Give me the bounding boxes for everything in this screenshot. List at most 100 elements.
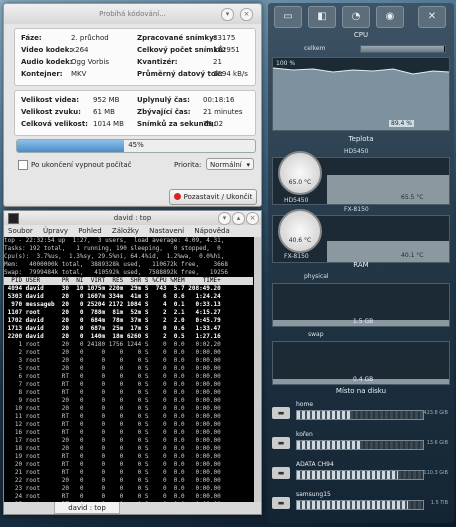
physical-ram-value: 1.5 GB <box>353 318 374 325</box>
terminal-output[interactable]: top - 22:32:54 up 1:27, 3 users, load av… <box>4 237 253 503</box>
disk-root[interactable]: ▬ kořen 13.6 GiB <box>272 431 450 455</box>
top-summary-line: Tasks: 192 total, 1 running, 190 sleepin… <box>4 245 221 252</box>
audio-size-value: 61 MB <box>93 108 115 116</box>
quantizer-label: Kvantizér: <box>137 58 178 66</box>
process-row: 11 root RT 0 0 0 0 S 0 0.0 0:00.00 <box>4 413 221 420</box>
hdd-icon: ▬ <box>272 467 290 479</box>
process-row: 7 root RT 0 0 0 0 S 0 0.0 0:00.00 <box>4 381 221 388</box>
close-icon[interactable]: × <box>246 212 259 225</box>
encoding-progress-bar: 45% <box>16 139 256 153</box>
cpu-sensor-label: FX-8150 <box>344 206 369 213</box>
total-size-label: Celková velikost: <box>21 120 88 128</box>
elapsed-time-label: Uplynulý čas: <box>137 96 190 104</box>
process-row: 6 root RT 0 0 0 0 S 0 0.0 0:00.00 <box>4 373 221 380</box>
process-row: 5303 david 20 0 1607m 334m 41m S 6 8.6 1… <box>4 293 221 300</box>
disk-adata[interactable]: ▬ ADATA CH94 110.3 GiB <box>272 461 450 485</box>
priority-label: Priorita: <box>174 161 202 169</box>
process-row: 1702 david 20 0 684m 78m 37m S 2 2.0 0:4… <box>4 317 221 324</box>
chevron-down-icon: ▾ <box>246 161 250 169</box>
disk-root-size: 13.6 GiB <box>426 440 448 446</box>
disk-home-bar <box>296 410 424 420</box>
top-summary-line: top - 22:32:54 up 1:27, 3 users, load av… <box>4 237 225 244</box>
top-summary-line: Mem: 4000000k total, 3889328k used, 1106… <box>4 261 228 268</box>
cpu-total-label: celkem <box>304 45 326 52</box>
cpu-total-bar <box>360 45 446 53</box>
priority-value: Normální <box>210 161 242 169</box>
shutdown-checkbox[interactable] <box>18 160 28 170</box>
terminal-titlebar[interactable]: david : top ▾ ▴ × <box>4 211 261 225</box>
maximize-icon[interactable]: ▴ <box>232 212 245 225</box>
disk-icon[interactable]: ◧ <box>308 6 336 28</box>
disk-samsung-free <box>407 501 423 509</box>
ram-title: RAM <box>353 261 369 269</box>
disk-samsung-bar <box>296 500 424 510</box>
pause-stop-button[interactable]: Pozastavit / Ukončit <box>169 189 257 205</box>
encoding-progress-text: 45% <box>128 141 144 149</box>
disk-samsung[interactable]: ▬ samsung15 1.5 TiB <box>272 491 450 515</box>
menu-soubor[interactable]: Soubor <box>8 227 33 235</box>
minimize-icon[interactable]: ▾ <box>218 212 231 225</box>
cpu-temp-value: 40.1 °C <box>401 252 424 259</box>
cpu-icon[interactable]: ▭ <box>274 6 302 28</box>
gpu-temp-level <box>327 175 449 204</box>
disk-root-bar <box>296 440 424 450</box>
audio-codec-label: Audio kodek: <box>21 58 73 66</box>
process-row: 16 root RT 0 0 0 0 S 0 0.0 0:00.00 <box>4 429 221 436</box>
menu-zalozky[interactable]: Záložky <box>112 227 139 235</box>
process-row: 23 root 20 0 0 0 0 S 0 0.0 0:00.00 <box>4 485 221 492</box>
process-row: 1 root 20 0 24180 1756 1244 S 0 0.0 0:02… <box>4 341 221 348</box>
swap-graph: 0.4 GB <box>272 341 450 385</box>
monitor-tabbar: ▭ ◧ ◔ ◉ ✕ <box>272 6 450 28</box>
avg-bitrate-label: Průměrný datový tok: <box>137 70 224 78</box>
menu-upravy[interactable]: Úpravy <box>43 227 68 235</box>
cpu-gauge-readout: 40.6 °C <box>288 237 312 244</box>
disk-home[interactable]: ▬ home 423.8 GiB <box>272 401 450 425</box>
gpu-gauge-readout: 65.0 °C <box>288 179 312 186</box>
phase-label: Fáze: <box>21 34 42 42</box>
pause-stop-label: Pozastavit / Ukončit <box>183 193 253 201</box>
remaining-time-value: 21 minutes <box>203 108 243 116</box>
process-row: 19 root RT 0 0 0 0 S 0 0.0 0:00.00 <box>4 453 221 460</box>
process-row: 3 root 20 0 0 0 0 S 0 0.0 0:00.00 <box>4 357 221 364</box>
encoding-window: Probíhá kódování... ▾ × Fáze: 2. průchod… <box>3 3 262 207</box>
disk-adata-bar <box>296 470 424 480</box>
terminal-tabbar: david : top <box>4 502 261 514</box>
process-row: 21 root RT 0 0 0 0 S 0 0.0 0:00.00 <box>4 469 221 476</box>
process-row: 1713 david 20 0 687m 25m 17m S 0 0.6 1:3… <box>4 325 221 332</box>
system-monitor-panel: ▭ ◧ ◔ ◉ ✕ CPU celkem 100 % 89.4 % Teplot… <box>268 3 454 523</box>
terminal-tab[interactable]: david : top <box>54 502 120 514</box>
gpu-gauge-label: HD5450 <box>284 197 309 204</box>
video-codec-label: Video kodek: <box>21 46 73 54</box>
disk-samsung-size: 1.5 TiB <box>430 500 448 506</box>
hdd-icon: ▬ <box>272 437 290 449</box>
quantizer-value: 21 <box>213 58 222 66</box>
total-frames-value: 182951 <box>213 46 240 54</box>
process-row: 18 root 20 0 0 0 0 S 0 0.0 0:00.00 <box>4 445 221 452</box>
elapsed-time-value: 00:18:16 <box>203 96 235 104</box>
processed-frames-value: 83175 <box>213 34 236 42</box>
close-icon[interactable]: × <box>240 8 253 21</box>
top-summary-line: Swap: 7999484k total, 410592k used, 7588… <box>4 269 228 276</box>
terminal-scrollbar[interactable] <box>254 237 261 503</box>
network-icon[interactable]: ◉ <box>376 6 404 28</box>
encoding-titlebar[interactable]: Probíhá kódování... ▾ × <box>4 4 261 24</box>
cpu-graph: 100 % 89.4 % <box>272 57 450 131</box>
avg-bitrate-value: 1394 kB/s <box>213 70 248 78</box>
menu-nastaveni[interactable]: Nastavení <box>149 227 184 235</box>
menu-pohled[interactable]: Pohled <box>78 227 101 235</box>
video-codec-value: x264 <box>71 46 89 54</box>
gpu-temp-gauge: 65.0 °C <box>278 151 322 195</box>
menu-napoveda[interactable]: Nápověda <box>194 227 229 235</box>
fps-value: 79,02 <box>203 120 224 128</box>
priority-select[interactable]: Normální ▾ <box>206 158 254 170</box>
process-row: 10 root 20 0 0 0 0 S 0 0.0 0:00.00 <box>4 405 221 412</box>
process-row: 8 root RT 0 0 0 0 S 0 0.0 0:00.00 <box>4 389 221 396</box>
disk-home-name: home <box>296 401 314 408</box>
close-icon[interactable]: ✕ <box>418 6 446 28</box>
temperature-icon[interactable]: ◔ <box>342 6 370 28</box>
stop-icon <box>173 193 181 200</box>
cpu-graph-plot <box>273 67 449 130</box>
video-size-value: 952 MB <box>93 96 120 104</box>
disk-adata-name: ADATA CH94 <box>296 461 334 468</box>
minimize-icon[interactable]: ▾ <box>221 8 234 21</box>
